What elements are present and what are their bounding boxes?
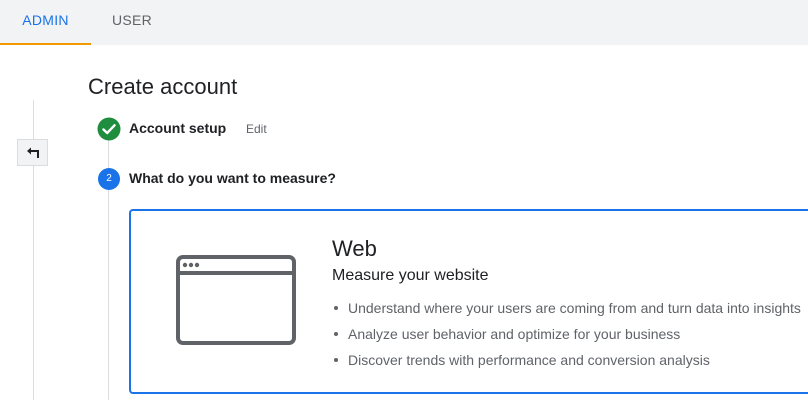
tab-user[interactable]: USER: [91, 0, 173, 45]
web-platform-card[interactable]: Web Measure your website Understand wher…: [129, 209, 808, 394]
browser-window-icon: [176, 255, 296, 345]
top-tab-bar: ADMIN USER: [0, 0, 808, 45]
tab-admin[interactable]: ADMIN: [0, 0, 91, 45]
step-measure-label: What do you want to measure?: [129, 170, 336, 186]
step-number-badge: 2: [98, 168, 120, 190]
back-arrow-icon: [26, 147, 39, 158]
card-bullet-item: Discover trends with performance and con…: [332, 351, 801, 377]
edit-account-setup-link[interactable]: Edit: [246, 122, 267, 136]
step-account-setup-label: Account setup: [129, 120, 227, 136]
check-circle-icon: [97, 117, 121, 141]
back-button[interactable]: [17, 139, 48, 166]
card-title: Web: [332, 236, 377, 261]
card-bullet-item: Understand where your users are coming f…: [332, 299, 801, 325]
card-bullet-item: Analyze user behavior and optimize for y…: [332, 325, 801, 351]
page-title: Create account: [88, 74, 238, 99]
card-subtitle: Measure your website: [332, 267, 489, 284]
card-bullet-list: Understand where your users are coming f…: [332, 299, 801, 377]
